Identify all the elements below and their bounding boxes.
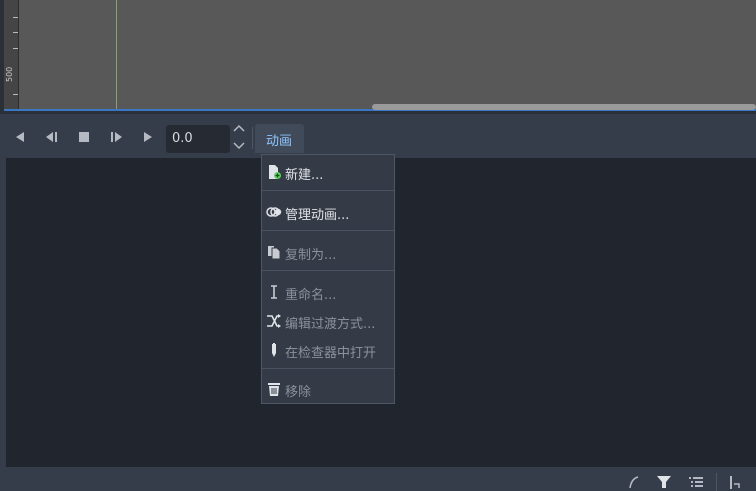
stop-button[interactable]: [76, 129, 92, 145]
new-file-icon: [269, 165, 281, 179]
play-icon: [144, 132, 152, 142]
vertical-ruler: 500: [4, 0, 19, 109]
menu-separator: [262, 270, 394, 271]
animation-toolbar: 0.0 动画: [0, 117, 756, 157]
menu-separator: [262, 368, 394, 369]
duplicate-icon: [268, 246, 281, 260]
shuffle-icon: [267, 314, 281, 328]
menu-item-label: 编辑过渡方式...: [285, 317, 376, 332]
pen-icon: [272, 343, 276, 357]
rename-cursor-icon: [271, 285, 277, 299]
menu-item-remove[interactable]: 移除: [262, 377, 394, 401]
play-backward-button[interactable]: [12, 129, 28, 145]
chevron-up-icon[interactable]: [232, 123, 246, 135]
animation-position-value: 0.0: [172, 131, 193, 146]
animation-position-spinbox[interactable]: 0.0: [166, 125, 230, 153]
stop-icon: [79, 132, 89, 142]
animation-menu-button[interactable]: 动画: [255, 124, 304, 153]
menu-item-new[interactable]: 新建...: [262, 160, 394, 184]
menu-item-label: 在检查器中打开: [285, 346, 377, 361]
menu-item-open-in-inspector[interactable]: 在检查器中打开: [262, 338, 394, 362]
animation-bottom-bar: [0, 469, 756, 491]
menu-item-edit-transitions[interactable]: 编辑过渡方式...: [262, 309, 394, 333]
bezier-curve-icon[interactable]: [628, 475, 640, 489]
guide-line: [116, 0, 117, 109]
play-backward-from-end-icon: [46, 132, 57, 142]
toolbar-separator: [252, 127, 253, 149]
menu-item-manage-animations[interactable]: 管理动画...: [262, 200, 394, 224]
play-backward-icon: [16, 132, 24, 142]
bottombar-separator: [716, 473, 717, 491]
horizontal-scrollbar[interactable]: [372, 104, 756, 110]
menu-item-label: 复制为...: [285, 248, 337, 263]
ruler-label: 500: [5, 66, 14, 82]
spinbox-arrows[interactable]: [232, 123, 246, 153]
insert-key-icon[interactable]: [728, 475, 744, 489]
animation-popup-menu: 新建... 管理动画... 复制为... 重命名... 编辑过渡方式... 在检…: [261, 154, 395, 404]
animation-menu-label: 动画: [266, 134, 293, 149]
menu-separator: [262, 230, 394, 231]
menu-item-label: 新建...: [285, 168, 324, 183]
chevron-down-icon[interactable]: [232, 139, 246, 151]
list-icon[interactable]: [688, 475, 704, 489]
filter-icon[interactable]: [656, 475, 672, 489]
menu-item-label: 重命名...: [285, 288, 337, 303]
menu-item-duplicate-as[interactable]: 复制为...: [262, 240, 394, 264]
menu-item-label: 移除: [285, 385, 312, 400]
viewport: 500: [0, 0, 756, 114]
play-from-start-icon: [111, 132, 122, 142]
trash-icon: [268, 383, 280, 396]
animation-library-icon: [266, 207, 282, 217]
play-backward-from-end-button[interactable]: [44, 129, 60, 145]
menu-item-rename[interactable]: 重命名...: [262, 280, 394, 304]
menu-separator: [262, 190, 394, 191]
play-from-start-button[interactable]: [108, 129, 124, 145]
menu-item-label: 管理动画...: [285, 208, 350, 223]
play-button[interactable]: [140, 129, 156, 145]
